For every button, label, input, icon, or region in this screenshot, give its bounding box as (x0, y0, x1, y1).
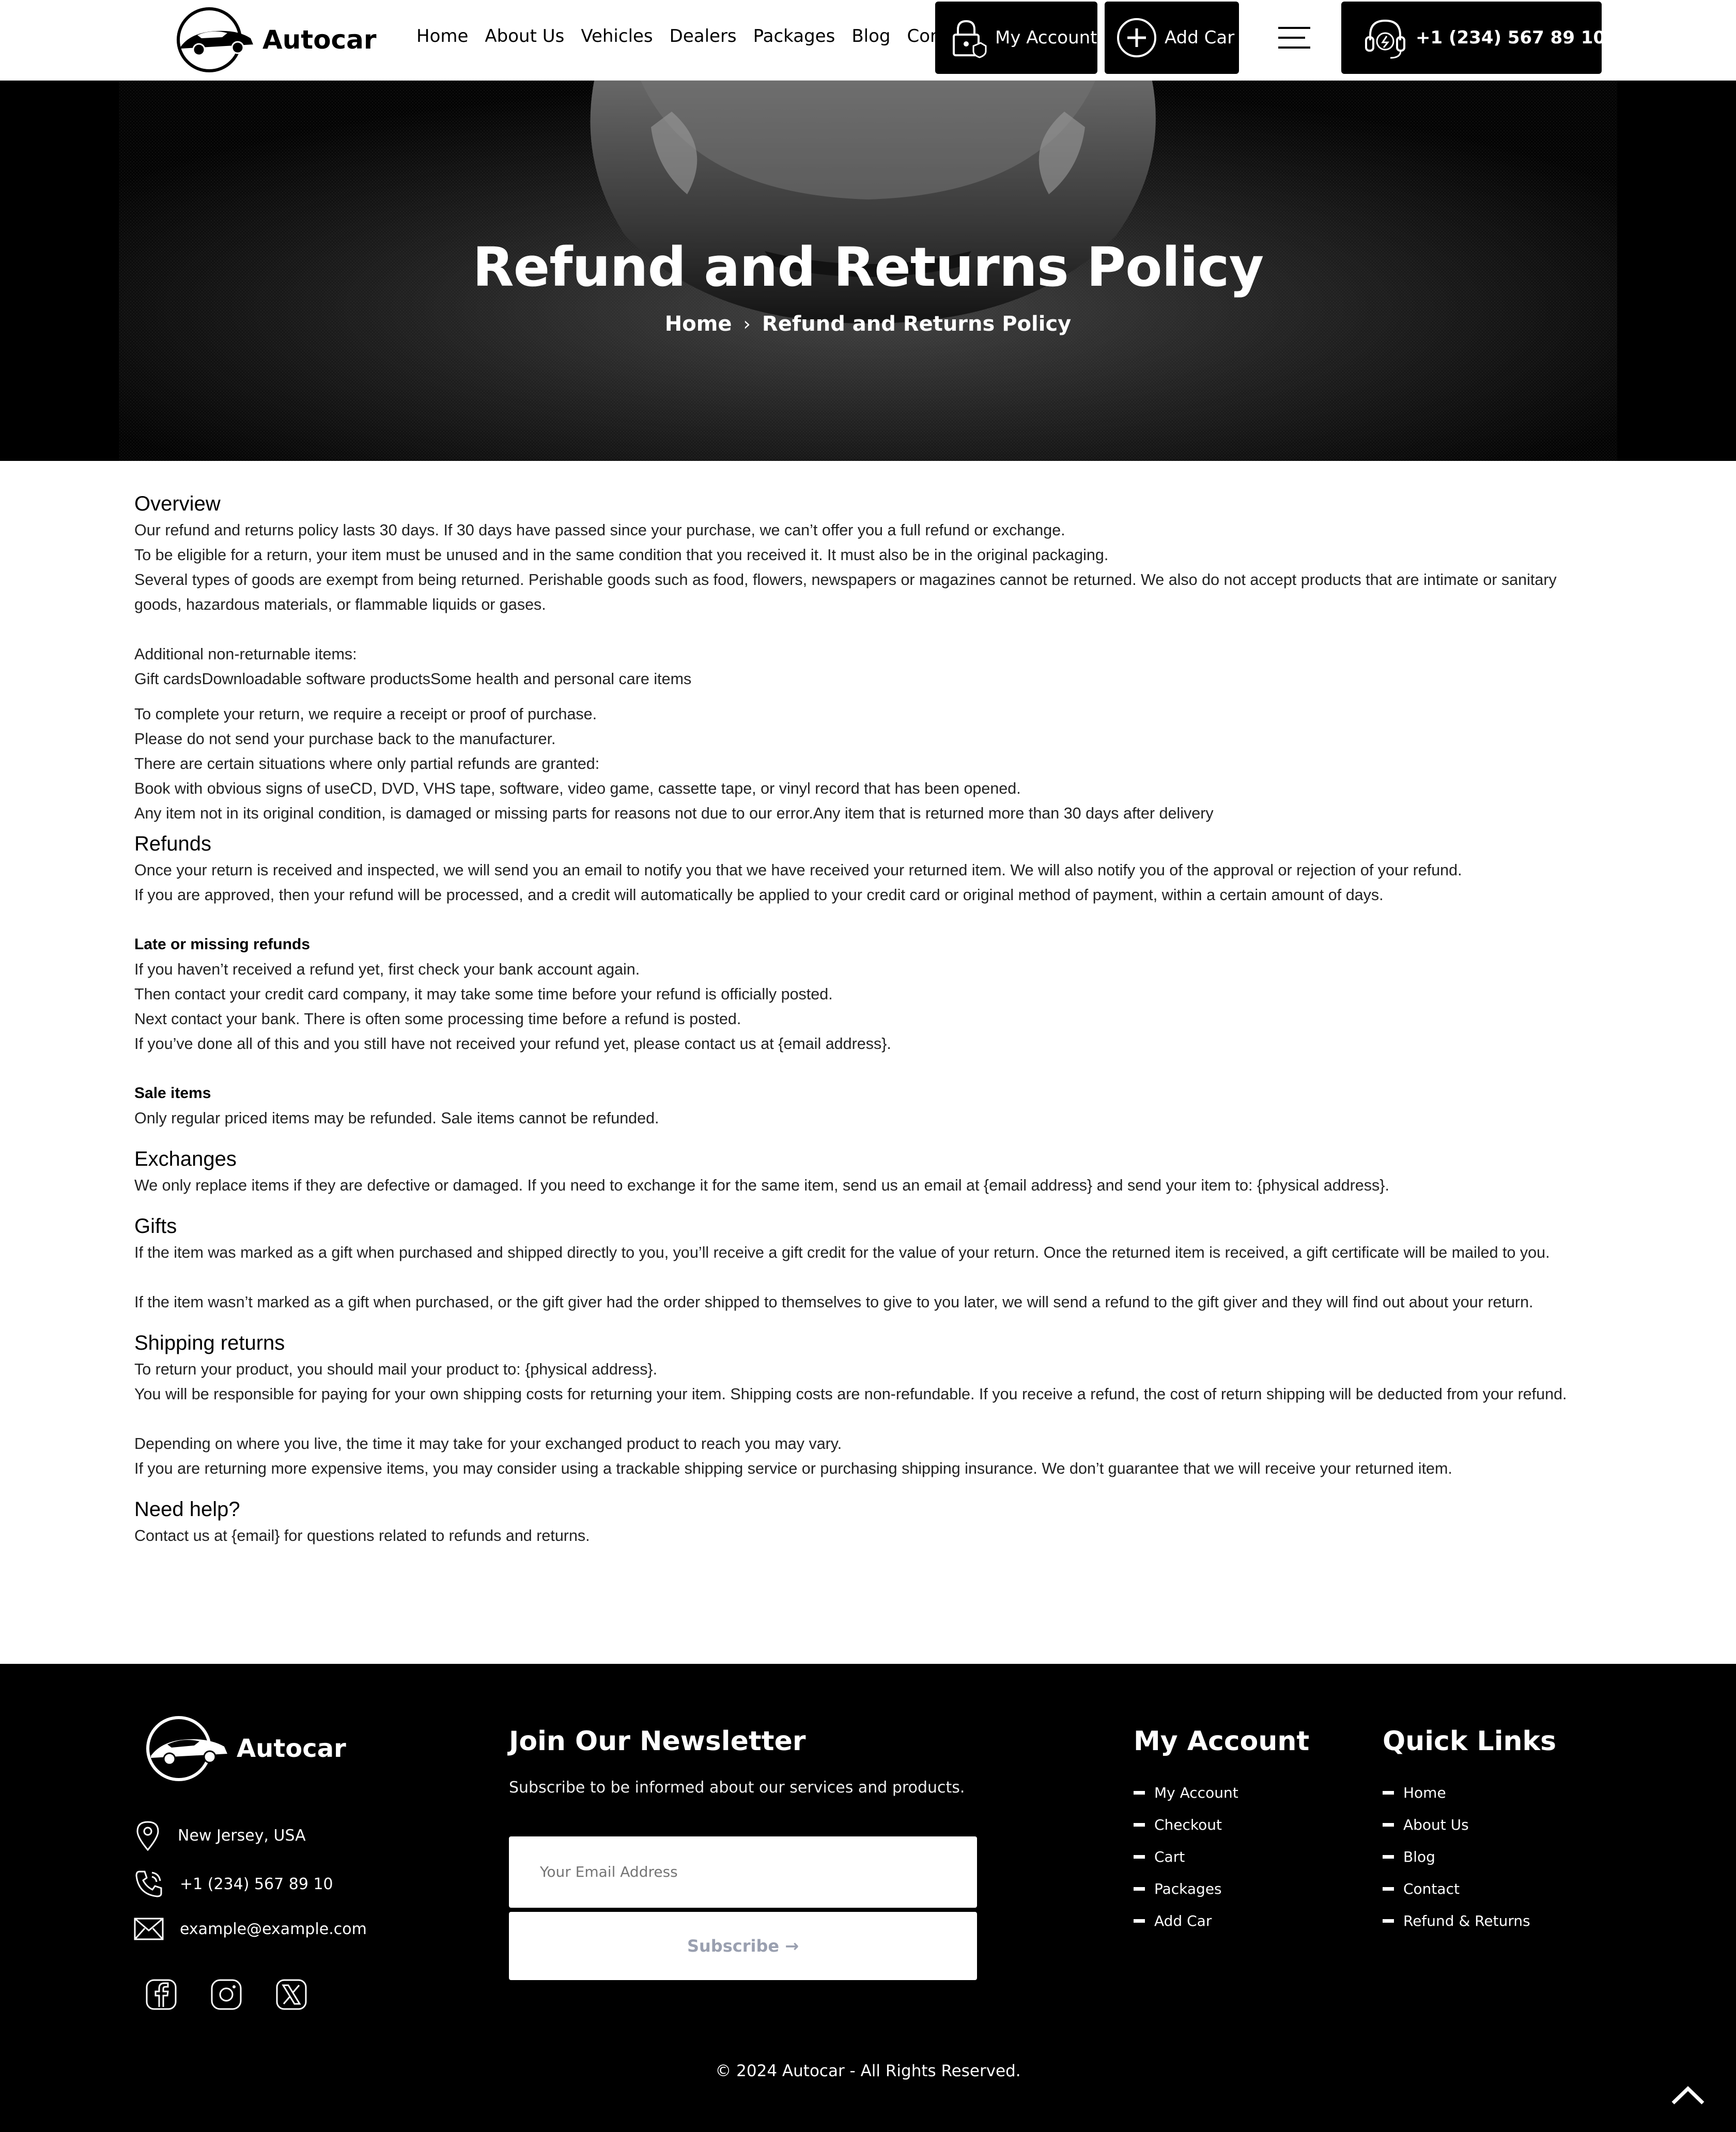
x-twitter-icon[interactable] (275, 1978, 308, 2011)
page-hero: Refund and Returns Policy Home › Refund … (0, 81, 1736, 461)
footer-phone[interactable]: +1 (234) 567 89 10 (133, 1868, 333, 1899)
footer-address: New Jersey, USA (133, 1819, 306, 1852)
page-title: Refund and Returns Policy (472, 236, 1264, 299)
heading-need-help: Need help? (134, 1498, 240, 1521)
map-pin-icon (136, 1821, 159, 1851)
site-logo[interactable]: Autocar (160, 6, 377, 73)
site-header: Autocar Home About Us Vehicles Dealers P… (0, 0, 1736, 81)
paragraph: Any item not in its original condition, … (134, 805, 1214, 822)
car-logo-icon (146, 1716, 227, 1781)
paragraph: Depending on where you live, the time it… (134, 1435, 842, 1453)
my-account-button[interactable]: My Account (935, 2, 1097, 74)
paragraph: Contact us at {email} for questions rela… (134, 1527, 590, 1544)
footer-link-checkout[interactable]: Checkout (1134, 1809, 1238, 1841)
nav-vehicles[interactable]: Vehicles (581, 26, 653, 47)
my-account-links: My Account Checkout Cart Packages Add Ca… (1134, 1776, 1238, 1937)
chevron-up-icon[interactable] (1670, 2082, 1706, 2108)
heading-shipping-returns: Shipping returns (134, 1332, 285, 1354)
main-nav: Home About Us Vehicles Dealers Packages … (416, 26, 992, 47)
paragraph: To complete your return, we require a re… (134, 705, 597, 723)
heading-gifts: Gifts (134, 1215, 177, 1238)
footer-link-my-account[interactable]: My Account (1134, 1776, 1238, 1809)
paragraph: If the item wasn’t marked as a gift when… (134, 1293, 1533, 1311)
paragraph: To be eligible for a return, your item m… (134, 546, 1109, 564)
headset-icon (1365, 19, 1405, 59)
paragraph: Several types of goods are exempt from b… (134, 571, 1557, 613)
policy-content: Overview Our refund and returns policy l… (134, 486, 1602, 1548)
nav-home[interactable]: Home (416, 26, 468, 47)
paragraph: Gift cardsDownloadable software products… (134, 670, 692, 688)
menu-icon[interactable] (1276, 25, 1312, 51)
paragraph: To return your product, you should mail … (134, 1361, 658, 1378)
heading-late-refunds: Late or missing refunds (134, 936, 311, 953)
breadcrumb-home[interactable]: Home (665, 312, 732, 336)
lock-icon (953, 20, 987, 58)
paragraph: Once your return is received and inspect… (134, 861, 1462, 879)
paragraph: Book with obvious signs of useCD, DVD, V… (134, 780, 1021, 797)
footer-link-packages[interactable]: Packages (1134, 1873, 1238, 1905)
footer-link-refund-returns[interactable]: Refund & Returns (1383, 1905, 1530, 1937)
footer-link-blog[interactable]: Blog (1383, 1841, 1530, 1873)
heading-sale-items: Sale items (134, 1085, 211, 1102)
footer-link-cart[interactable]: Cart (1134, 1841, 1238, 1873)
copyright: © 2024 Autocar - All Rights Reserved. (715, 2062, 1021, 2080)
heading-overview: Overview (134, 492, 221, 515)
plus-circle-icon (1117, 18, 1156, 57)
footer-link-contact[interactable]: Contact (1383, 1873, 1530, 1905)
phone-button[interactable]: +1 (234) 567 89 10 (1341, 2, 1606, 74)
my-account-label: My Account (995, 27, 1097, 48)
add-car-label: Add Car (1165, 27, 1235, 48)
paragraph: If you’ve done all of this and you still… (134, 1035, 891, 1053)
address-text: New Jersey, USA (178, 1826, 306, 1845)
quick-links-title: Quick Links (1383, 1726, 1557, 1757)
phone-text: +1 (234) 567 89 10 (180, 1875, 333, 1893)
footer-link-add-car[interactable]: Add Car (1134, 1905, 1238, 1937)
footer-logo[interactable]: Autocar (133, 1713, 346, 1784)
footer-link-home[interactable]: Home (1383, 1776, 1530, 1809)
envelope-icon (134, 1918, 164, 1940)
newsletter-title: Join Our Newsletter (509, 1726, 806, 1757)
heading-exchanges: Exchanges (134, 1148, 237, 1170)
paragraph: Next contact your bank. There is often s… (134, 1010, 741, 1028)
site-footer: Autocar New Jersey, USA +1 (234) 567 89 … (0, 1664, 1736, 2132)
phone-icon (135, 1871, 162, 1897)
footer-email[interactable]: example@example.com (133, 1916, 367, 1942)
car-logo-icon (177, 7, 253, 72)
paragraph: Only regular priced items may be refunde… (134, 1109, 659, 1127)
paragraph: Additional non-returnable items: (134, 645, 357, 663)
paragraph: You will be responsible for paying for y… (134, 1385, 1567, 1403)
my-account-title: My Account (1134, 1726, 1310, 1757)
paragraph: Please do not send your purchase back to… (134, 730, 556, 748)
footer-logo-text: Autocar (237, 1734, 346, 1763)
phone-label: +1 (234) 567 89 10 (1416, 27, 1606, 48)
chevron-right-icon: › (743, 313, 751, 335)
paragraph: Then contact your credit card company, i… (134, 985, 833, 1003)
breadcrumb: Home › Refund and Returns Policy (0, 312, 1736, 336)
add-car-button[interactable]: Add Car (1105, 2, 1239, 74)
subscribe-button[interactable]: Subscribe → (509, 1912, 977, 1980)
nav-blog[interactable]: Blog (851, 26, 890, 47)
footer-link-about-us[interactable]: About Us (1383, 1809, 1530, 1841)
email-text: example@example.com (180, 1920, 367, 1938)
paragraph: Our refund and returns policy lasts 30 d… (134, 521, 1065, 539)
social-links (145, 1978, 308, 2011)
paragraph: There are certain situations where only … (134, 755, 600, 773)
instagram-icon[interactable] (210, 1978, 243, 2011)
newsletter-email-input[interactable] (509, 1836, 977, 1908)
nav-about-us[interactable]: About Us (485, 26, 564, 47)
paragraph: If you haven’t received a refund yet, fi… (134, 961, 640, 978)
quick-links: Home About Us Blog Contact Refund & Retu… (1383, 1776, 1530, 1937)
paragraph: If you are returning more expensive item… (134, 1460, 1452, 1477)
paragraph: We only replace items if they are defect… (134, 1177, 1389, 1194)
heading-refunds: Refunds (134, 832, 211, 855)
facebook-icon[interactable] (145, 1978, 178, 2011)
paragraph: If you are approved, then your refund wi… (134, 886, 1384, 904)
nav-dealers[interactable]: Dealers (670, 26, 737, 47)
nav-packages[interactable]: Packages (753, 26, 835, 47)
breadcrumb-current: Refund and Returns Policy (762, 312, 1072, 336)
newsletter-subtitle: Subscribe to be informed about our servi… (509, 1779, 965, 1797)
paragraph: If the item was marked as a gift when pu… (134, 1244, 1550, 1261)
logo-text: Autocar (262, 25, 377, 55)
